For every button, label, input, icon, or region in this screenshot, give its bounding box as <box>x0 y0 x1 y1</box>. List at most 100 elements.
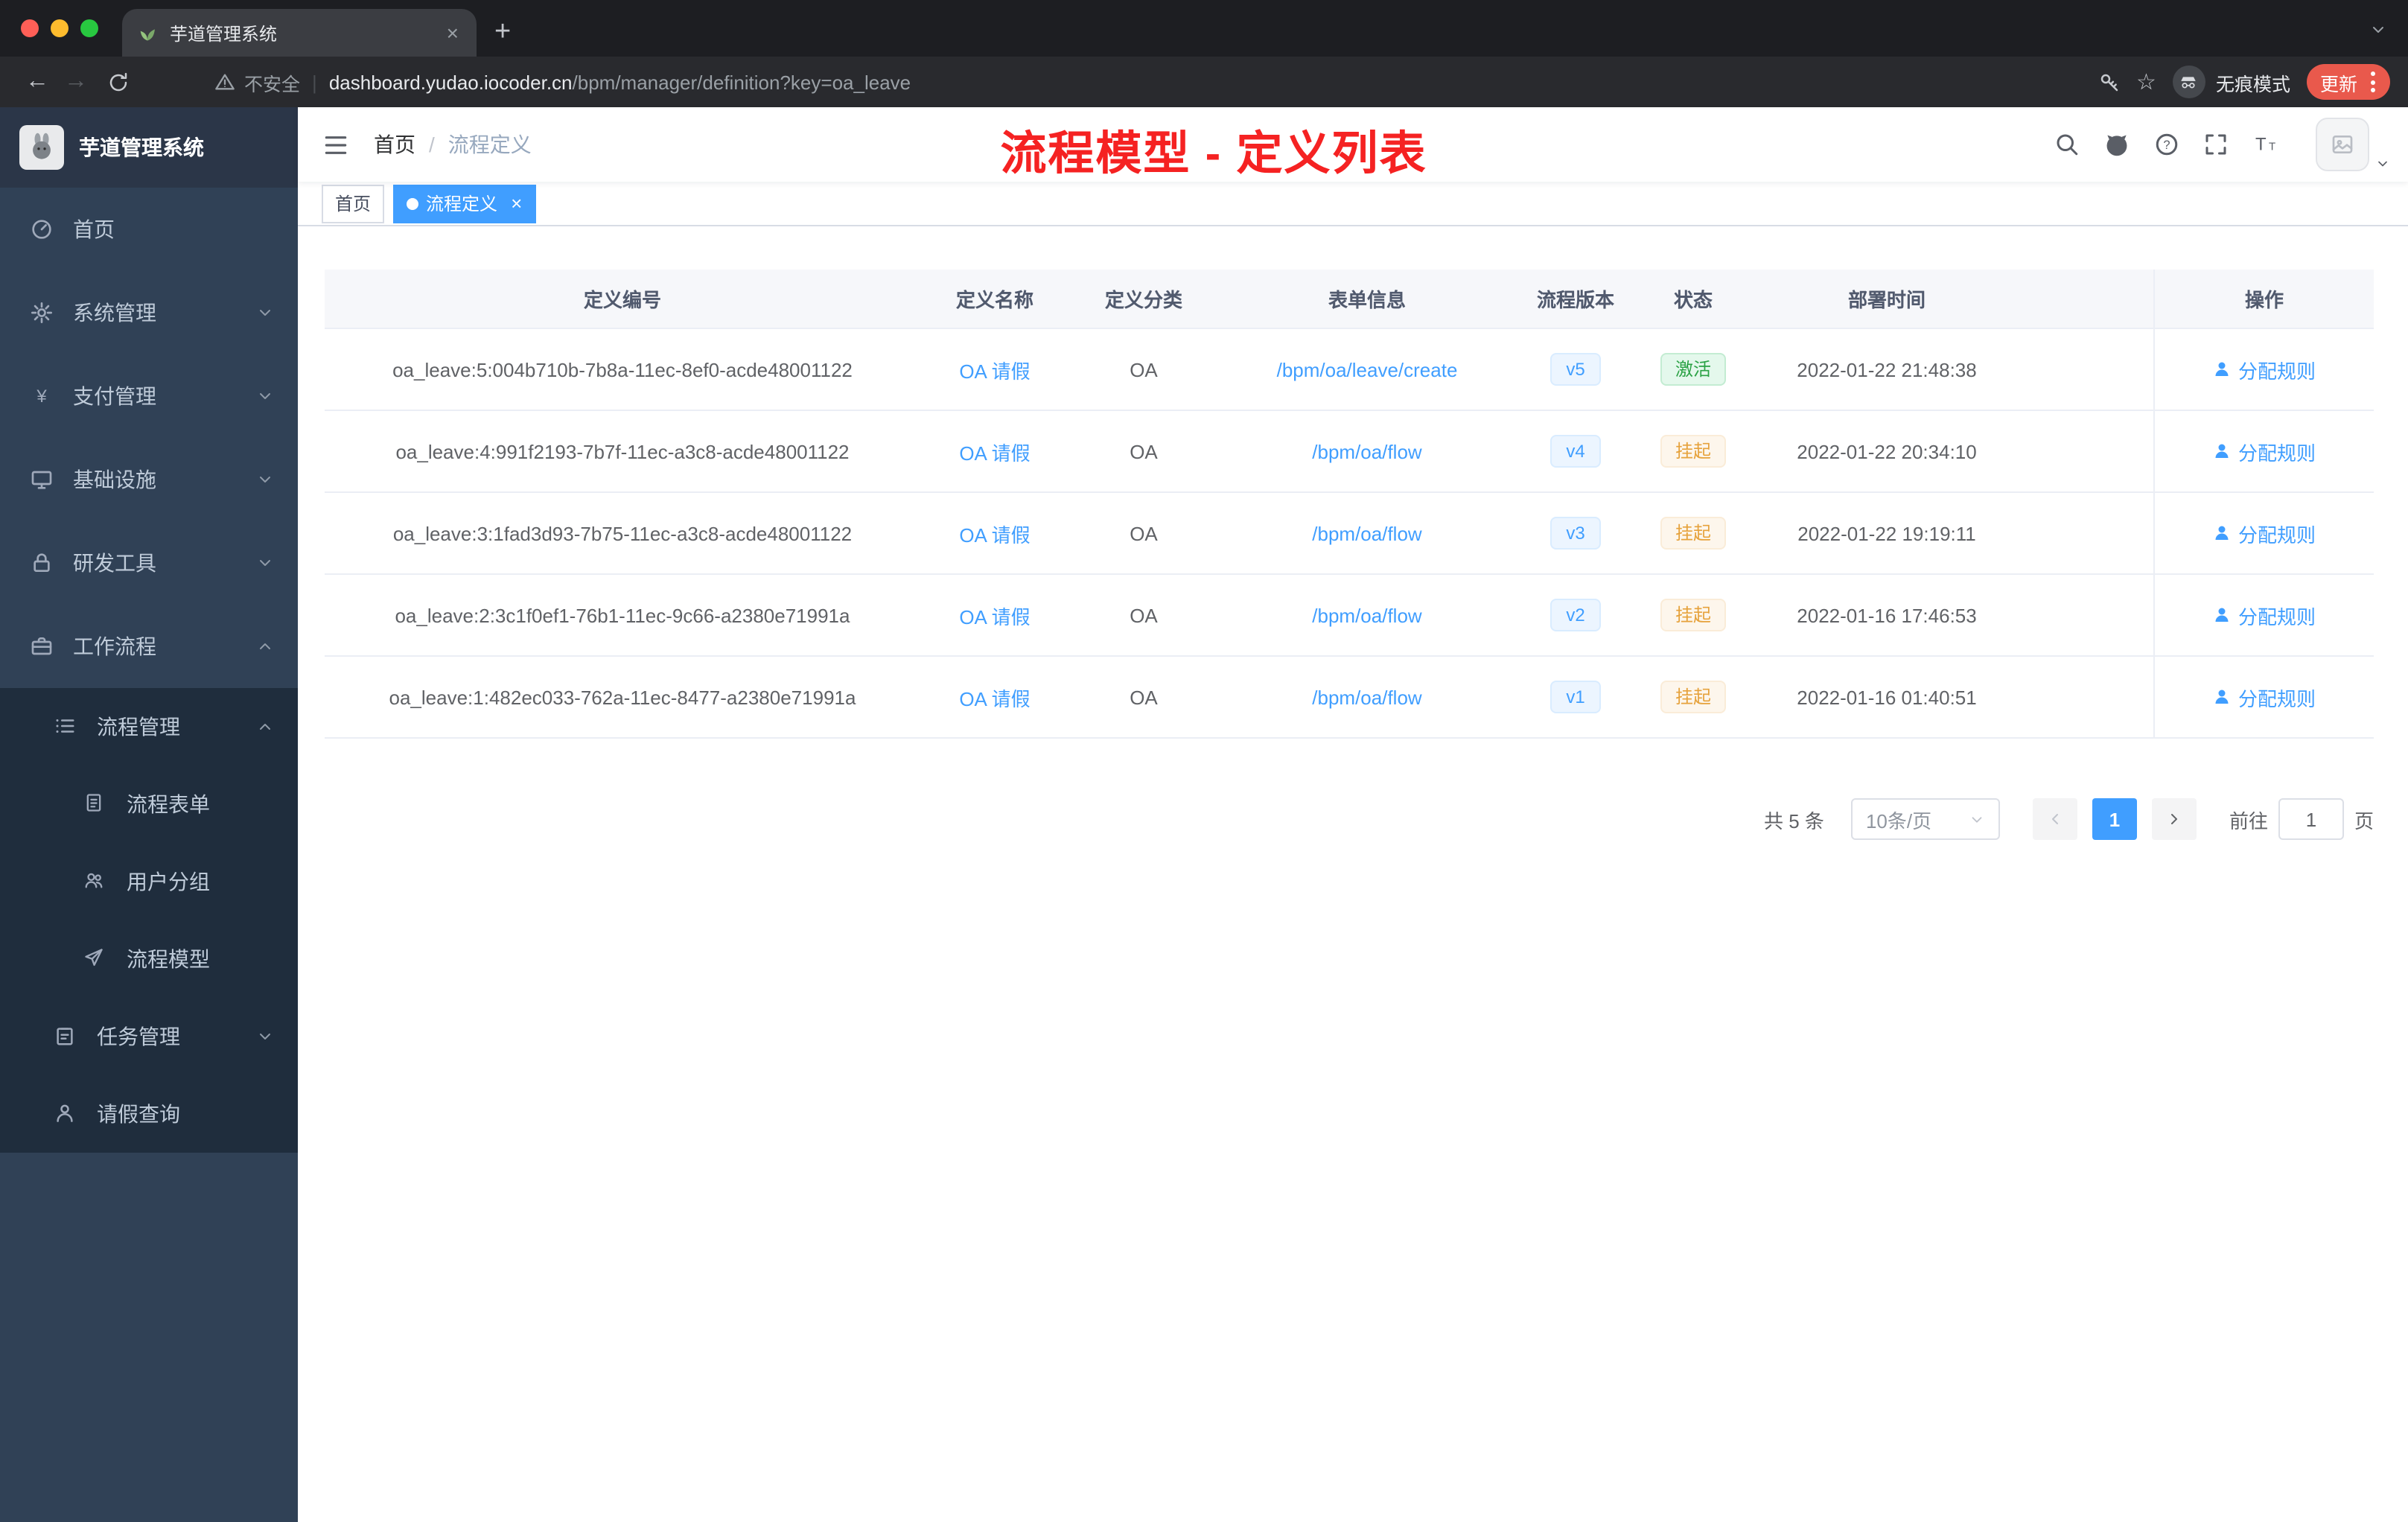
tag-process-definition[interactable]: 流程定义 × <box>393 184 536 223</box>
form-info-link[interactable]: /bpm/oa/flow <box>1312 440 1421 462</box>
chevron-down-icon <box>256 1028 274 1045</box>
tab-close-icon[interactable]: × <box>444 22 462 43</box>
security-status[interactable]: 不安全 <box>214 68 300 96</box>
chevron-down-icon <box>256 387 274 405</box>
form-info-link[interactable]: /bpm/oa/leave/create <box>1277 358 1458 380</box>
form-info-link[interactable]: /bpm/oa/flow <box>1312 604 1421 626</box>
definition-name-link[interactable]: OA 请假 <box>959 683 1030 711</box>
search-icon[interactable] <box>2054 131 2080 158</box>
sidebar: 芋道管理系统 首页 系统管理 ¥ 支付管理 基础设施 研发工具 工作流程 流程管… <box>0 107 298 1522</box>
sidebar-item-process-form[interactable]: 流程表单 <box>0 765 298 843</box>
cell-deploy-time: 2022-01-22 21:48:38 <box>1797 358 1977 380</box>
goto-page-input[interactable] <box>2278 798 2344 840</box>
browser-tab[interactable]: 芋道管理系统 × <box>122 9 477 57</box>
tag-home[interactable]: 首页 <box>322 184 385 223</box>
prev-page-button[interactable] <box>2032 798 2077 840</box>
gear-icon <box>30 301 54 325</box>
page-size-select[interactable]: 10条/页 <box>1850 798 2000 840</box>
clipboard-icon <box>54 1025 77 1048</box>
sidebar-item-devtools[interactable]: 研发工具 <box>0 521 298 605</box>
sidebar-item-infrastructure[interactable]: 基础设施 <box>0 438 298 521</box>
user-icon <box>2215 526 2229 540</box>
font-size-icon[interactable]: TT <box>2252 131 2281 158</box>
security-label: 不安全 <box>244 74 301 95</box>
tab-title: 芋道管理系统 <box>170 23 278 44</box>
app-window: 芋道管理系统 首页 系统管理 ¥ 支付管理 基础设施 研发工具 工作流程 流程管… <box>0 107 2408 1522</box>
bookmark-star-icon[interactable]: ☆ <box>2136 69 2156 95</box>
col-deploy-time: 部署时间 <box>1847 289 1926 311</box>
cell-deploy-time: 2022-01-22 19:19:11 <box>1797 522 1976 544</box>
status-badge: 挂起 <box>1660 516 1726 550</box>
annotation-overlay: 流程模型 - 定义列表 <box>1000 127 1427 179</box>
yen-icon: ¥ <box>30 384 54 408</box>
avatar-caret-icon[interactable] <box>2375 156 2390 171</box>
workflow-submenu: 流程管理 流程表单 用户分组 流程模型 任务管理 请假查询 <box>0 688 298 1153</box>
tab-search-chevron-icon[interactable] <box>2369 21 2387 39</box>
user-menu[interactable] <box>2316 118 2387 171</box>
version-badge: v3 <box>1549 516 1602 550</box>
navbar-icons: ? TT <box>2054 118 2387 171</box>
sidebar-item-process-management[interactable]: 流程管理 <box>0 688 298 765</box>
chevron-down-icon <box>256 471 274 488</box>
tag-close-icon[interactable]: × <box>511 194 522 213</box>
user-icon <box>2215 444 2229 458</box>
zoom-window-button[interactable] <box>80 19 98 37</box>
address-bar[interactable]: 不安全 | dashboard.yudao.iocoder.cn/bpm/man… <box>214 68 911 96</box>
sidebar-item-leave-query[interactable]: 请假查询 <box>0 1075 298 1153</box>
new-tab-button[interactable]: + <box>494 18 511 46</box>
col-definition-category: 定义分类 <box>1104 289 1182 311</box>
definition-name-link[interactable]: OA 请假 <box>959 601 1030 629</box>
browser-menu-icon[interactable] <box>2369 71 2377 92</box>
sidebar-logo[interactable]: 芋道管理系统 <box>0 107 298 188</box>
status-badge: 挂起 <box>1660 598 1726 632</box>
cell-category: OA <box>1130 522 1158 544</box>
col-definition-id: 定义编号 <box>583 289 661 311</box>
goto-unit: 页 <box>2354 809 2374 832</box>
reload-button[interactable] <box>98 71 137 93</box>
sidebar-item-user-groups[interactable]: 用户分组 <box>0 843 298 920</box>
github-icon[interactable] <box>2103 130 2131 159</box>
avatar[interactable] <box>2316 118 2369 171</box>
col-form-info: 表单信息 <box>1328 289 1406 311</box>
minimize-window-button[interactable] <box>51 19 69 37</box>
assign-rule-link[interactable]: 分配规则 <box>2213 355 2316 383</box>
svg-text:T: T <box>2269 141 2275 153</box>
form-info-link[interactable]: /bpm/oa/flow <box>1312 522 1421 544</box>
lock-icon <box>30 551 54 575</box>
definition-name-link[interactable]: OA 请假 <box>959 519 1030 547</box>
definition-name-link[interactable]: OA 请假 <box>959 355 1030 383</box>
url-host: dashboard.yudao.iocoder.cn <box>328 71 573 93</box>
sidebar-item-home[interactable]: 首页 <box>0 188 298 271</box>
briefcase-icon <box>30 634 54 658</box>
sidebar-toggle-icon[interactable] <box>322 130 350 159</box>
chevron-up-icon <box>256 637 274 655</box>
sidebar-item-system[interactable]: 系统管理 <box>0 271 298 354</box>
help-icon[interactable]: ? <box>2153 131 2180 158</box>
page-button-1[interactable]: 1 <box>2092 798 2137 840</box>
form-info-link[interactable]: /bpm/oa/flow <box>1312 686 1421 708</box>
pagination-goto: 前往 页 <box>2229 798 2374 840</box>
fullscreen-icon[interactable] <box>2202 131 2229 158</box>
back-button[interactable]: ← <box>18 69 57 95</box>
breadcrumb-home[interactable]: 首页 <box>374 130 415 159</box>
assign-rule-link[interactable]: 分配规则 <box>2213 601 2316 629</box>
assign-rule-link[interactable]: 分配规则 <box>2213 519 2316 547</box>
sidebar-item-task-management[interactable]: 任务管理 <box>0 998 298 1075</box>
goto-label: 前往 <box>2229 809 2268 832</box>
cell-definition-id: oa_leave:5:004b710b-7b8a-11ec-8ef0-acde4… <box>392 358 853 380</box>
cell-category: OA <box>1130 440 1158 462</box>
user-icon <box>2215 690 2229 704</box>
sidebar-item-payment[interactable]: ¥ 支付管理 <box>0 354 298 438</box>
cell-deploy-time: 2022-01-16 17:46:53 <box>1797 604 1977 626</box>
next-page-button[interactable] <box>2151 798 2197 840</box>
definition-name-link[interactable]: OA 请假 <box>959 437 1030 465</box>
sidebar-item-process-model[interactable]: 流程模型 <box>0 920 298 998</box>
forward-button[interactable]: → <box>57 69 95 95</box>
assign-rule-link[interactable]: 分配规则 <box>2213 437 2316 465</box>
assign-rule-link[interactable]: 分配规则 <box>2213 683 2316 711</box>
password-key-icon[interactable] <box>2098 71 2120 93</box>
close-window-button[interactable] <box>21 19 39 37</box>
url-text[interactable]: dashboard.yudao.iocoder.cn/bpm/manager/d… <box>329 71 911 93</box>
sidebar-item-workflow[interactable]: 工作流程 <box>0 605 298 688</box>
update-button[interactable]: 更新 <box>2306 64 2390 100</box>
